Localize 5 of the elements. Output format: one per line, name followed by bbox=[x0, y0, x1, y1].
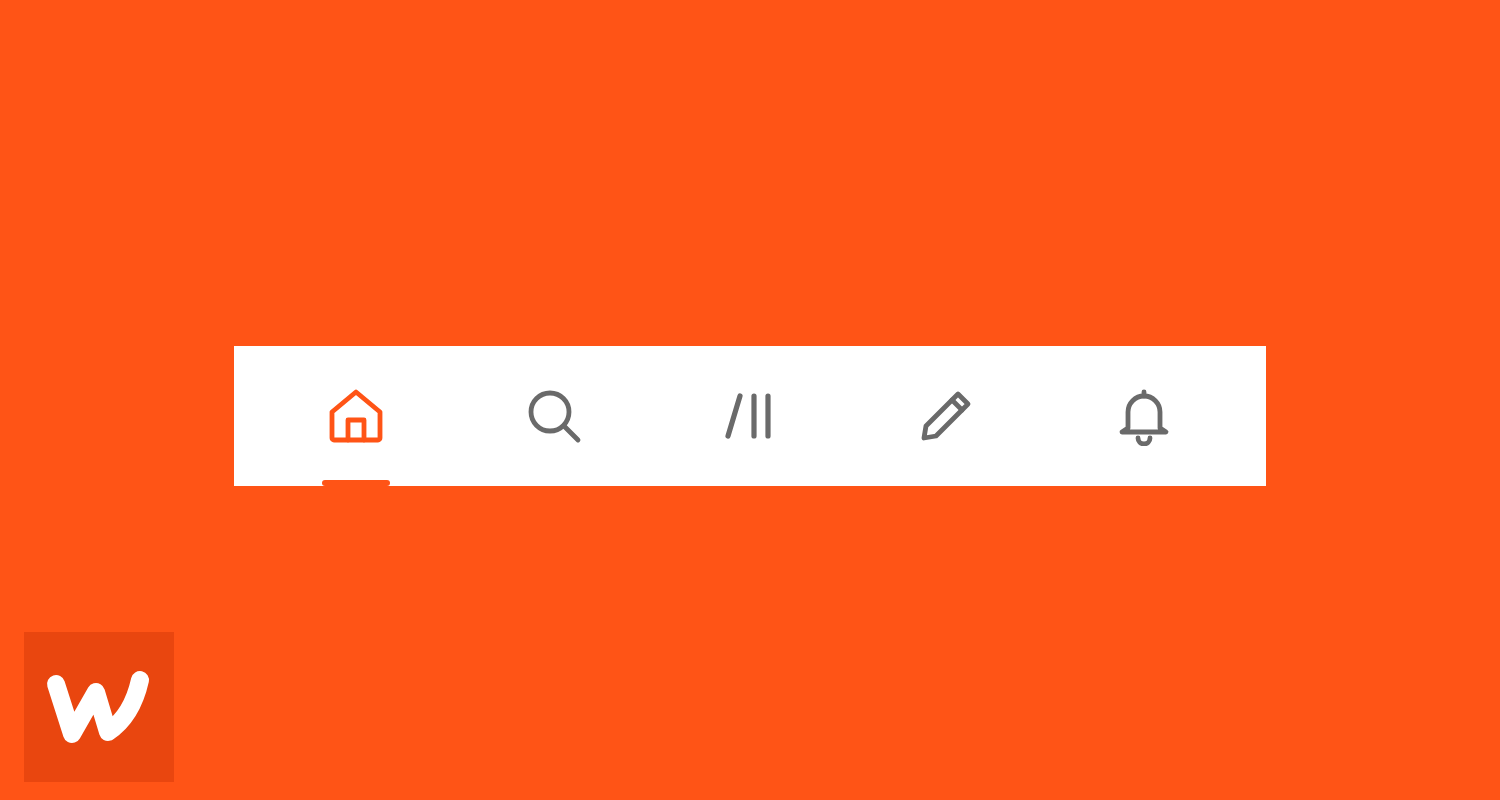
search-icon bbox=[523, 386, 584, 446]
home-icon bbox=[326, 386, 387, 446]
logo-icon bbox=[43, 667, 155, 747]
book-spines-icon bbox=[723, 392, 776, 440]
active-indicator bbox=[322, 480, 391, 486]
